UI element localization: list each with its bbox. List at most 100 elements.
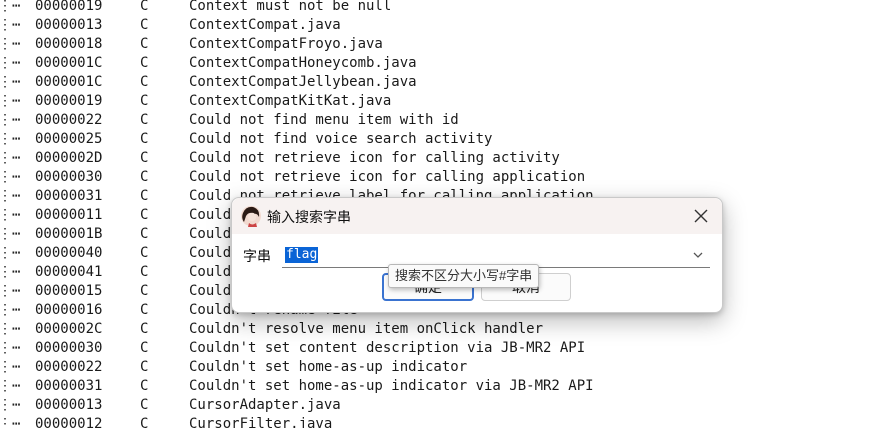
row-length-cell: 0000001C xyxy=(35,74,103,90)
row-address-cell: ⋮⋯ xyxy=(0,0,21,14)
search-field-label: 字串 xyxy=(243,248,271,264)
row-address-cell: ⋮⋯ xyxy=(0,340,21,356)
row-type-cell: C xyxy=(140,264,149,280)
row-string-cell: Could not retrieve icon for calling appl… xyxy=(189,169,586,185)
row-length-cell: 00000015 xyxy=(35,283,103,299)
row-type-cell: C xyxy=(140,17,149,33)
chevron-down-icon[interactable] xyxy=(692,249,704,261)
row-string-cell: Could not find voice search activity xyxy=(189,131,493,147)
table-row[interactable]: ⋮⋯ 00000018 C ContextCompatFroyo.java xyxy=(0,35,878,54)
row-type-cell: C xyxy=(140,359,149,375)
row-length-cell: 00000022 xyxy=(35,112,103,128)
row-string-cell: Couldn't set content description via JB-… xyxy=(189,340,586,356)
table-row[interactable]: ⋮⋯ 0000002C C Couldn't resolve menu item on… xyxy=(0,320,878,339)
row-address-cell: ⋮⋯ xyxy=(0,17,21,33)
table-row[interactable]: ⋮⋯ 00000019 C ContextCompatKitKat.java xyxy=(0,92,878,111)
close-icon[interactable] xyxy=(692,207,710,225)
row-type-cell: C xyxy=(140,0,149,14)
table-row[interactable]: ⋮⋯ 00000022 C Couldn't set home-as-up indic… xyxy=(0,358,878,377)
row-address-cell: ⋮⋯ xyxy=(0,207,21,223)
table-row[interactable]: ⋮⋯ 00000030 C Couldn't set content descript… xyxy=(0,339,878,358)
row-address-cell: ⋮⋯ xyxy=(0,359,21,375)
row-length-cell: 00000012 xyxy=(35,416,103,428)
row-string-cell: Couldn't resolve menu item onClick handl… xyxy=(189,321,544,337)
row-string-cell: Could xyxy=(189,207,232,223)
row-address-cell: ⋮⋯ xyxy=(0,321,21,337)
row-type-cell: C xyxy=(140,226,149,242)
table-row[interactable]: ⋮⋯ 00000019 C Context must not be null xyxy=(0,0,878,16)
row-string-cell: CursorAdapter.java xyxy=(189,397,341,413)
row-type-cell: C xyxy=(140,397,149,413)
row-string-cell: Could xyxy=(189,226,232,242)
row-address-cell: ⋮⋯ xyxy=(0,264,21,280)
search-dialog: 输入搜索字串 字串 flag 确定 取消 搜索不区分大小写#字串 xyxy=(231,197,723,313)
row-length-cell: 00000013 xyxy=(35,17,103,33)
row-string-cell: Could not retrieve icon for calling acti… xyxy=(189,150,560,166)
row-address-cell: ⋮⋯ xyxy=(0,226,21,242)
row-type-cell: C xyxy=(140,283,149,299)
search-input[interactable]: flag xyxy=(285,247,319,263)
row-type-cell: C xyxy=(140,93,149,109)
row-address-cell: ⋮⋯ xyxy=(0,36,21,52)
table-row[interactable]: ⋮⋯ 0000002D C Could not retrieve icon for c… xyxy=(0,149,878,168)
row-type-cell: C xyxy=(140,188,149,204)
table-row[interactable]: ⋮⋯ 00000013 C CursorAdapter.java xyxy=(0,396,878,415)
row-type-cell: C xyxy=(140,207,149,223)
row-type-cell: C xyxy=(140,150,149,166)
row-address-cell: ⋮⋯ xyxy=(0,169,21,185)
table-row[interactable]: ⋮⋯ 00000013 C ContextCompat.java xyxy=(0,16,878,35)
row-address-cell: ⋮⋯ xyxy=(0,112,21,128)
row-length-cell: 00000011 xyxy=(35,207,103,223)
row-string-cell: Couldn't set home-as-up indicator via JB… xyxy=(189,378,594,394)
row-type-cell: C xyxy=(140,74,149,90)
row-address-cell: ⋮⋯ xyxy=(0,397,21,413)
row-length-cell: 00000025 xyxy=(35,131,103,147)
table-row[interactable]: ⋮⋯ 0000001C C ContextCompatJellybean.java xyxy=(0,73,878,92)
row-type-cell: C xyxy=(140,245,149,261)
row-address-cell: ⋮⋯ xyxy=(0,74,21,90)
row-string-cell: ContextCompatHoneycomb.java xyxy=(189,55,417,71)
row-address-cell: ⋮⋯ xyxy=(0,283,21,299)
row-length-cell: 00000019 xyxy=(35,93,103,109)
row-string-cell: Context must not be null xyxy=(189,0,392,14)
row-length-cell: 0000002C xyxy=(35,321,103,337)
row-type-cell: C xyxy=(140,321,149,337)
row-string-cell: CursorFilter.java xyxy=(189,416,333,428)
dialog-titlebar: 输入搜索字串 xyxy=(232,198,722,234)
row-address-cell: ⋮⋯ xyxy=(0,55,21,71)
row-address-cell: ⋮⋯ xyxy=(0,416,21,428)
table-row[interactable]: ⋮⋯ 00000031 C Couldn't set home-as-up indic… xyxy=(0,377,878,396)
row-length-cell: 0000001C xyxy=(35,55,103,71)
row-type-cell: C xyxy=(140,416,149,428)
row-address-cell: ⋮⋯ xyxy=(0,302,21,318)
table-row[interactable]: ⋮⋯ 0000001C C ContextCompatHoneycomb.java xyxy=(0,54,878,73)
row-length-cell: 00000018 xyxy=(35,36,103,52)
row-address-cell: ⋮⋯ xyxy=(0,188,21,204)
row-type-cell: C xyxy=(140,169,149,185)
row-address-cell: ⋮⋯ xyxy=(0,150,21,166)
row-string-cell: ContextCompatJellybean.java xyxy=(189,74,417,90)
row-length-cell: 00000041 xyxy=(35,264,103,280)
row-length-cell: 00000031 xyxy=(35,378,103,394)
dialog-title: 输入搜索字串 xyxy=(267,209,351,225)
table-row[interactable]: ⋮⋯ 00000025 C Could not find voice search a… xyxy=(0,130,878,149)
table-row[interactable]: ⋮⋯ 00000030 C Could not retrieve icon for c… xyxy=(0,168,878,187)
row-type-cell: C xyxy=(140,36,149,52)
row-string-cell: ContextCompat.java xyxy=(189,17,341,33)
row-address-cell: ⋮⋯ xyxy=(0,245,21,261)
row-length-cell: 00000022 xyxy=(35,359,103,375)
table-row[interactable]: ⋮⋯ 00000022 C Could not find menu item with… xyxy=(0,111,878,130)
row-string-cell: ContextCompatFroyo.java xyxy=(189,36,383,52)
avatar-icon xyxy=(241,206,261,227)
row-length-cell: 00000030 xyxy=(35,340,103,356)
row-string-cell: Could xyxy=(189,283,232,299)
row-length-cell: 00000040 xyxy=(35,245,103,261)
row-type-cell: C xyxy=(140,340,149,356)
row-type-cell: C xyxy=(140,131,149,147)
table-row[interactable]: ⋮⋯ 00000012 C CursorFilter.java xyxy=(0,415,878,428)
row-string-cell: Could not find menu item with id xyxy=(189,112,459,128)
row-length-cell: 00000016 xyxy=(35,302,103,318)
search-tooltip: 搜索不区分大小写#字串 xyxy=(388,264,540,288)
row-address-cell: ⋮⋯ xyxy=(0,378,21,394)
row-length-cell: 00000030 xyxy=(35,169,103,185)
